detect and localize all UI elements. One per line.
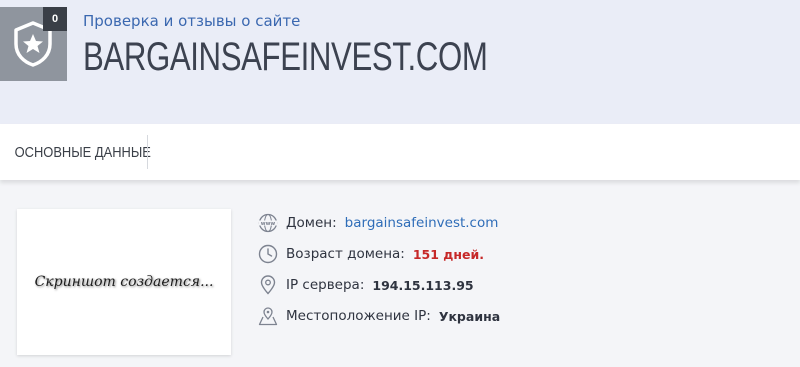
server-ip-row: IP сервера: 194.15.113.95 <box>258 273 474 297</box>
domain-age-label: Возраст домена: <box>286 246 405 262</box>
svg-text:www: www <box>261 221 276 227</box>
domain-label: Домен: <box>286 215 337 231</box>
site-header: 0 Проверка и отзывы о сайте BARGAINSAFEI… <box>0 0 800 124</box>
domain-link[interactable]: bargainsafeinvest.com <box>345 215 499 231</box>
map-pin-icon <box>258 306 278 326</box>
domain-row: www Домен: bargainsafeinvest.com <box>258 211 498 235</box>
www-icon: www <box>258 213 278 233</box>
ip-location-label: Местоположение IP: <box>286 308 431 324</box>
server-ip-value: 194.15.113.95 <box>372 277 474 293</box>
ip-location-value: Украина <box>438 308 501 324</box>
domain-age-row: Возраст домена: 151 дней. <box>258 242 484 266</box>
server-ip-label: IP сервера: <box>286 277 365 293</box>
clock-icon <box>258 244 278 264</box>
tab-bar: ОСНОВНЫЕ ДАННЫЕ <box>0 124 800 180</box>
screenshot-placeholder-text: Скриншот создается... <box>34 274 214 290</box>
ip-location-row: Местоположение IP: Украина <box>258 304 500 328</box>
pin-icon <box>258 275 278 295</box>
page-title: BARGAINSAFEINVEST.COM <box>83 35 488 79</box>
tab-divider <box>147 135 148 169</box>
page-subtitle: Проверка и отзывы о сайте <box>83 12 301 30</box>
site-screenshot-preview: Скриншот создается... <box>17 209 231 355</box>
review-count-badge: 0 <box>43 7 67 31</box>
domain-age-value: 151 дней. <box>412 246 485 262</box>
tab-main-data[interactable]: ОСНОВНЫЕ ДАННЫЕ <box>0 124 161 180</box>
